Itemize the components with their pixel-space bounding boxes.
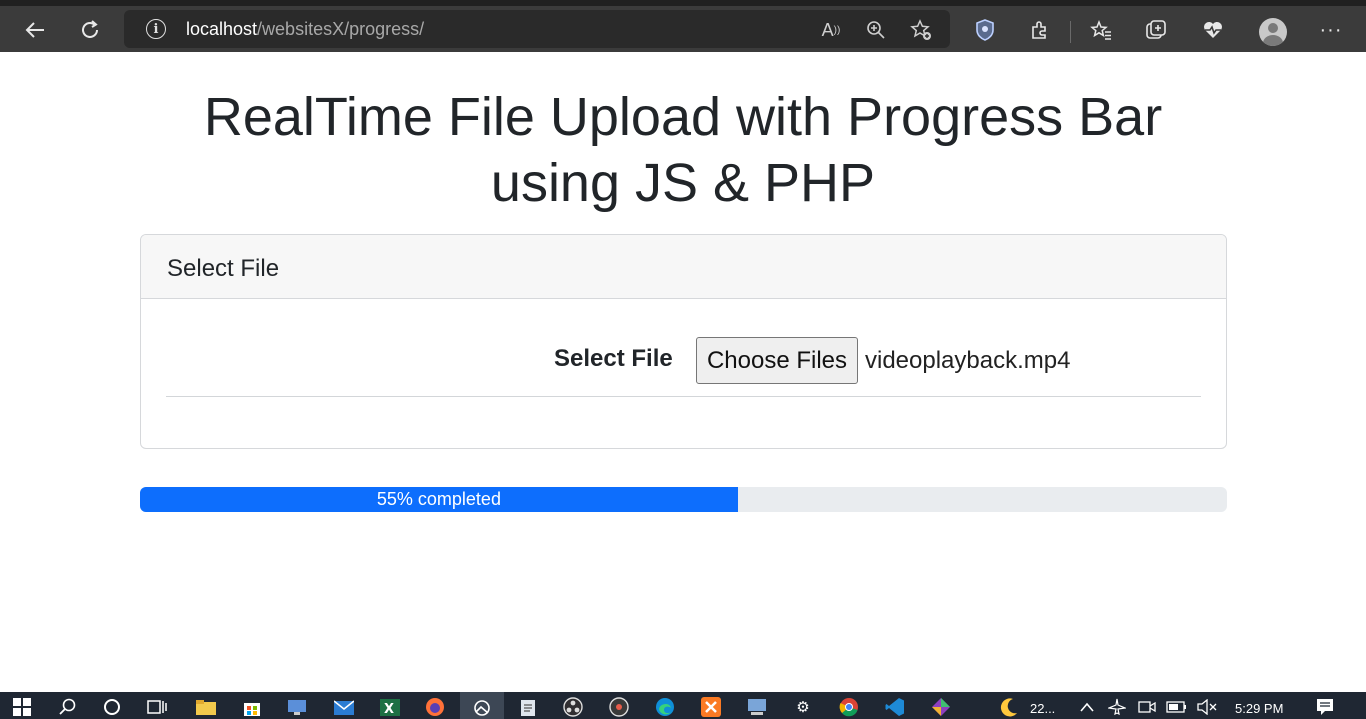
media-player-icon[interactable]: [608, 696, 630, 718]
add-favorite-icon[interactable]: [908, 17, 934, 43]
notifications-icon[interactable]: [1314, 696, 1336, 718]
browser-essentials-icon[interactable]: [1197, 14, 1229, 46]
info-icon[interactable]: i: [146, 19, 166, 39]
file-form-row: Select File Choose Files videoplayback.m…: [166, 337, 1201, 397]
search-icon[interactable]: [57, 696, 79, 718]
store-icon[interactable]: [241, 696, 263, 718]
remote-desktop-icon[interactable]: [286, 696, 308, 718]
chrome-icon[interactable]: [838, 696, 860, 718]
read-aloud-icon[interactable]: A)): [818, 17, 844, 43]
progress-fill: 55% completed: [140, 487, 738, 512]
file-explorer-icon[interactable]: [195, 696, 217, 718]
browser-toolbar: i localhost/websitesX/progress/ A)) ···: [0, 0, 1366, 52]
airplane-icon[interactable]: [1106, 696, 1128, 718]
choose-files-button[interactable]: Choose Files: [696, 337, 858, 384]
refresh-icon[interactable]: [74, 14, 106, 46]
meet-now-icon[interactable]: [1136, 696, 1158, 718]
upload-progress-bar: 55% completed: [140, 487, 1227, 512]
page-title-line2: using JS & PHP: [490, 153, 876, 213]
collections-icon[interactable]: [1140, 14, 1172, 46]
favorites-icon[interactable]: [1085, 14, 1117, 46]
address-bar[interactable]: i localhost/websitesX/progress/ A)): [124, 10, 950, 48]
upload-card: Select File Select File Choose Files vid…: [140, 234, 1227, 449]
zoom-icon[interactable]: [863, 17, 889, 43]
network-manager-icon[interactable]: [746, 696, 768, 718]
photos-icon[interactable]: [471, 696, 493, 718]
weather-moon-icon[interactable]: [998, 696, 1020, 718]
task-view-icon[interactable]: [146, 696, 168, 718]
url-path: /websitesX/progress/: [257, 19, 425, 39]
volume-muted-icon[interactable]: [1196, 696, 1218, 718]
more-icon[interactable]: ···: [1315, 14, 1347, 46]
edge-icon[interactable]: [654, 696, 676, 718]
windows-start-icon[interactable]: [11, 696, 33, 718]
page-title-line1: RealTime File Upload with Progress Bar: [203, 87, 1163, 147]
page-title: RealTime File Upload with Progress Bar u…: [0, 84, 1366, 216]
chevron-up-icon[interactable]: [1076, 696, 1098, 718]
git-icon[interactable]: [930, 696, 952, 718]
toolbar-divider: [1070, 21, 1071, 43]
taskbar: X ⚙ 22... 5:29 PM: [0, 692, 1366, 719]
mail-icon[interactable]: [333, 696, 355, 718]
selected-file-name: videoplayback.mp4: [865, 347, 1071, 374]
cortana-icon[interactable]: [101, 696, 123, 718]
obs-icon[interactable]: [562, 696, 584, 718]
card-header: Select File: [141, 235, 1226, 299]
shield-icon[interactable]: [969, 14, 1001, 46]
url-host: localhost: [186, 19, 258, 39]
battery-icon[interactable]: [1166, 696, 1188, 718]
progress-label: 55% completed: [376, 489, 501, 509]
url-text[interactable]: localhost/websitesX/progress/: [186, 19, 424, 40]
excel-icon[interactable]: X: [379, 696, 401, 718]
extensions-icon[interactable]: [1024, 14, 1056, 46]
back-arrow-icon[interactable]: [19, 14, 51, 46]
vscode-icon[interactable]: [884, 696, 906, 718]
settings-gear-icon[interactable]: ⚙: [792, 696, 814, 718]
firefox-icon[interactable]: [424, 696, 446, 718]
file-label: Select File: [554, 345, 673, 372]
svg-text:X: X: [384, 702, 394, 716]
notepad-icon[interactable]: [517, 696, 539, 718]
clock-time[interactable]: 5:29 PM: [1235, 701, 1283, 716]
xampp-icon[interactable]: [700, 696, 722, 718]
profile-icon[interactable]: [1259, 18, 1287, 46]
weather-text[interactable]: 22...: [1030, 701, 1055, 716]
